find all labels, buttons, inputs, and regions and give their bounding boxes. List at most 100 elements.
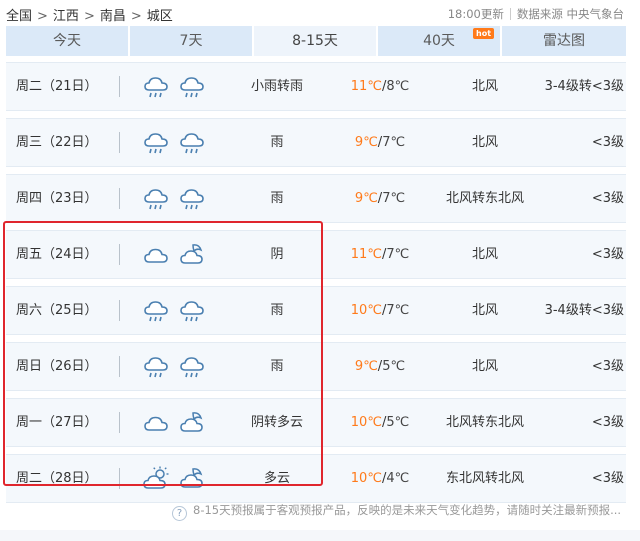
data-source: 数据来源 中央气象台 [516,7,624,21]
temp-high: 9℃ [354,359,378,374]
temp-high: 9℃ [354,135,378,150]
tab-40-days[interactable]: 40天 hot [378,26,500,56]
wind-direction: 北风 [471,79,498,94]
forecast-tabs: 今天 7天 8-15天 40天 hot 雷达图 [6,26,628,56]
wind-level: <3级 [591,359,624,374]
weather-icons [142,129,212,157]
temp-low: 5℃ [386,415,410,430]
tab-label: 8-15天 [292,33,338,49]
forecast-date: 周日（26日） [16,359,98,374]
breadcrumb-separator: > [130,9,142,24]
forecast-row[interactable]: 周二（21日） 小雨转雨 11℃/8℃ 北风 3-4级转<3级 [6,62,626,111]
temp-low: 7℃ [386,303,410,318]
weather-description: 雨 [270,191,284,206]
weather-description: 多云 [263,471,290,486]
temp-high: 9℃ [354,191,378,206]
wind-direction: 东北风转北风 [445,471,524,486]
breadcrumb-separator: > [37,9,48,24]
forecast-date: 周二（21日） [16,79,98,94]
row-divider [119,132,120,153]
tab-label: 7天 [179,33,203,49]
help-icon[interactable]: ? [172,506,187,521]
temp-high: 10℃ [350,415,382,430]
weather-icons [142,353,212,381]
wind-direction: 北风转东北风 [445,191,524,206]
weather-icons [142,409,212,437]
row-divider [119,76,120,97]
forecast-row[interactable]: 周日（26日） 雨 9℃/5℃ 北风 <3级 [6,342,626,391]
weather-description: 雨 [270,359,284,374]
forecast-row[interactable]: 周四（23日） 雨 9℃/7℃ 北风转东北风 <3级 [6,174,626,223]
forecast-row[interactable]: 周三（22日） 雨 9℃/7℃ 北风 <3级 [6,118,626,167]
weather-description: 阴 [270,247,284,262]
wind-direction: 北风转东北风 [445,415,524,430]
row-divider [119,188,120,209]
row-divider [119,412,120,433]
temperature-range: 9℃/7℃ [354,135,406,150]
temp-low: 8℃ [386,79,410,94]
wind-level: <3级 [591,135,624,150]
row-divider [119,244,120,265]
bottom-strip [0,530,640,541]
weather-icons [142,185,212,213]
breadcrumb-item-current: 城区 [146,9,173,24]
tab-8-15-days[interactable]: 8-15天 [254,26,376,56]
weather-icons [142,297,212,325]
forecast-date: 周一（27日） [16,415,98,430]
temp-low: 7℃ [382,191,406,206]
top-bar: 全国 > 江西 > 南昌 > 城区 18:00更新 数据来源 中央气象台 [0,0,640,26]
footer-note: ? 8-15天预报属于客观预报产品，反映的是未来天气变化趋势，请随时关注最新预报.… [172,502,621,521]
tab-label: 雷达图 [543,33,585,49]
temperature-range: 11℃/8℃ [350,79,410,94]
forecast-row[interactable]: 周六（25日） 雨 10℃/7℃ 北风 3-4级转<3级 [6,286,626,335]
breadcrumb-item[interactable]: 全国 [6,9,32,24]
wind-level: 3-4级转<3级 [544,79,624,94]
row-divider [119,300,120,321]
breadcrumb: 全国 > 江西 > 南昌 > 城区 [6,5,173,24]
temperature-range: 10℃/7℃ [350,303,410,318]
weather-description: 阴转多云 [250,415,303,430]
forecast-date: 周六（25日） [16,303,98,318]
weather-description: 雨 [270,303,284,318]
wind-level: 3-4级转<3级 [544,303,624,318]
temperature-range: 11℃/7℃ [350,247,410,262]
tab-7-days[interactable]: 7天 [130,26,252,56]
wind-level: <3级 [591,191,624,206]
temp-low: 7℃ [386,247,410,262]
forecast-row[interactable]: 周二（28日） 多云 10℃/4℃ 东北风转北风 <3级 [6,454,626,503]
breadcrumb-item[interactable]: 江西 [53,9,79,24]
wind-direction: 北风 [471,135,498,150]
temp-high: 10℃ [350,303,382,318]
temperature-range: 9℃/7℃ [354,191,406,206]
update-time: 18:00更新 [447,7,504,21]
forecast-date: 周二（28日） [16,471,98,486]
weather-description: 雨 [270,135,284,150]
wind-level: <3级 [591,415,624,430]
temp-low: 5℃ [382,359,406,374]
tab-radar[interactable]: 雷达图 [502,26,626,56]
temp-low: 4℃ [386,471,410,486]
tab-today[interactable]: 今天 [6,26,128,56]
temperature-range: 10℃/4℃ [350,471,410,486]
wind-direction: 北风 [471,359,498,374]
wind-direction: 北风 [471,303,498,318]
wind-level: <3级 [591,471,624,486]
hot-badge: hot [473,28,495,39]
temp-high: 10℃ [350,471,382,486]
forecast-list: 周二（21日） 小雨转雨 11℃/8℃ 北风 3-4级转<3级 周三（22日）雨 9℃/7℃… [6,62,626,510]
forecast-row[interactable]: 周一（27日） 阴转多云 10℃/5℃ 北风转东北风 <3级 [6,398,626,447]
weather-icons [142,465,212,493]
row-divider [119,468,120,489]
breadcrumb-item[interactable]: 南昌 [100,9,126,24]
weather-description: 小雨转雨 [250,79,303,94]
wind-level: <3级 [591,247,624,262]
temp-high: 11℃ [350,247,382,262]
row-divider [119,356,120,377]
temperature-range: 10℃/5℃ [350,415,410,430]
weather-icons [142,241,212,269]
wind-direction: 北风 [471,247,498,262]
meta-divider [509,8,511,20]
forecast-row[interactable]: 周五（24日） 阴 11℃/7℃ 北风 <3级 [6,230,626,279]
forecast-date: 周四（23日） [16,191,98,206]
temp-high: 11℃ [350,79,382,94]
